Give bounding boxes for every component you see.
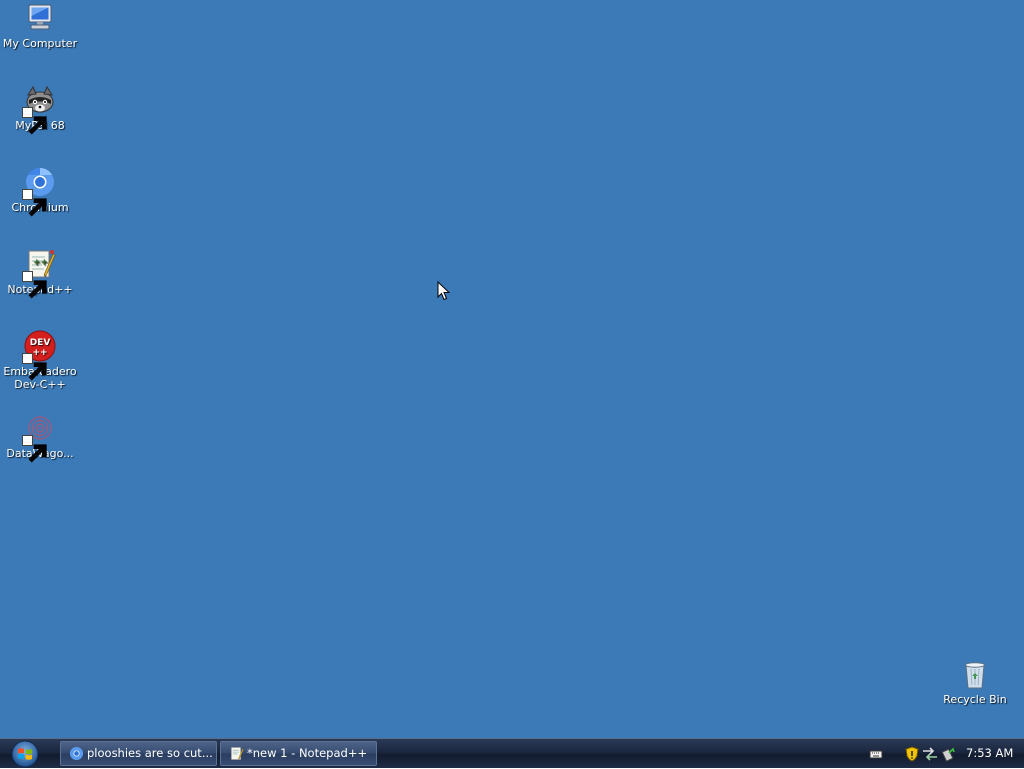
datawagon-icon <box>22 412 56 463</box>
windows-logo-icon <box>11 740 39 768</box>
notepadpp-icon <box>229 746 244 761</box>
computer-icon <box>24 2 56 34</box>
shortcut-arrow-icon <box>22 107 47 135</box>
shortcut-arrow-icon <box>22 435 47 463</box>
safely-remove-icon[interactable] <box>940 746 956 762</box>
desktop-icon-recycle-bin[interactable]: Recycle Bin <box>935 658 1015 706</box>
chromium-icon <box>22 166 56 217</box>
start-button[interactable] <box>6 740 44 768</box>
security-shield-icon[interactable] <box>904 746 920 762</box>
chromium-icon <box>69 746 84 761</box>
raccoon-icon <box>22 84 56 135</box>
mouse-pointer-icon <box>437 281 450 301</box>
network-icon[interactable] <box>922 746 938 762</box>
shortcut-arrow-icon <box>22 271 47 299</box>
desktop-icon-my-computer[interactable]: My Computer <box>0 2 80 50</box>
desktop-icon-mypal[interactable]: MyPal 68 <box>0 84 80 135</box>
taskbar: plooshies are so cut... *new 1 - Notepad… <box>0 738 1024 768</box>
notepadpp-icon: ++ <box>22 248 56 299</box>
desktop-icon-datawagon[interactable]: DataWago... <box>0 412 80 463</box>
svg-text:DEV: DEV <box>30 338 51 348</box>
keyboard-icon[interactable] <box>868 746 884 762</box>
taskbar-button-notepadpp[interactable]: *new 1 - Notepad++ <box>220 741 377 766</box>
desktop-icon-label: My Computer <box>2 37 78 50</box>
recycle-bin-icon <box>959 658 991 690</box>
desktop[interactable]: My Computer MyPal 68 Chromium ++ Notepad… <box>0 0 1024 738</box>
desktop-icon-notepadpp[interactable]: ++ Notepad++ <box>0 248 80 299</box>
desktop-icon-chromium[interactable]: Chromium <box>0 166 80 217</box>
taskbar-clock[interactable]: 7:53 AM <box>966 739 1013 768</box>
taskbar-button-label: plooshies are so cut... <box>87 746 213 760</box>
desktop-icon-devcpp[interactable]: DEV ++ Embarcadero Dev-C++ <box>0 330 80 391</box>
shortcut-arrow-icon <box>22 189 47 217</box>
svg-text:++: ++ <box>33 258 48 268</box>
devcpp-icon: DEV ++ <box>22 330 56 381</box>
desktop-icon-label: Recycle Bin <box>943 693 1007 706</box>
shortcut-arrow-icon <box>22 353 47 381</box>
taskbar-button-label: *new 1 - Notepad++ <box>247 746 368 760</box>
system-tray: 7:53 AM <box>862 739 1024 769</box>
taskbar-button-chromium[interactable]: plooshies are so cut... <box>60 741 217 766</box>
